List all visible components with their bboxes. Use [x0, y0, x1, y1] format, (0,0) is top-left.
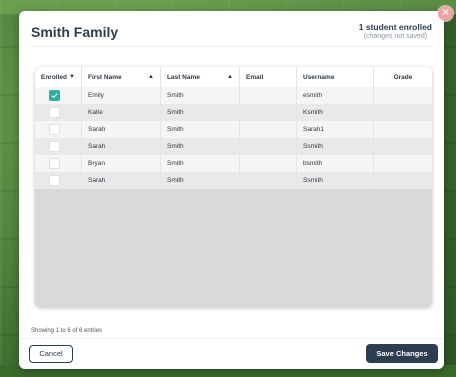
last-name-cell: Smith	[160, 172, 240, 189]
first-name-cell: Sarah	[81, 172, 161, 189]
last-name-cell: Smith	[160, 121, 240, 138]
enrolled-checkbox[interactable]	[49, 175, 60, 186]
entries-info: Showing 1 to 6 of 6 entries	[31, 328, 103, 334]
grade-cell	[374, 87, 433, 104]
footer-divider	[19, 338, 444, 339]
grade-cell	[374, 155, 433, 172]
username-cell: Ssmith	[296, 172, 374, 189]
column-label-grade: Grade	[393, 73, 413, 81]
first-name-cell: Sarah	[81, 138, 161, 155]
column-header-email[interactable]: Email	[239, 67, 297, 87]
grade-cell	[374, 121, 433, 138]
first-name-cell: Bryan	[81, 155, 161, 172]
email-cell	[239, 155, 297, 172]
enrolled-cell[interactable]	[35, 87, 82, 104]
header-divider	[31, 46, 432, 47]
email-cell	[239, 172, 297, 189]
column-header-enrolled[interactable]: Enrolled ▼	[35, 67, 82, 87]
email-cell	[239, 121, 297, 138]
enrolled-cell[interactable]	[35, 121, 82, 138]
table-row[interactable]: Bryan Smith bsmith	[35, 155, 432, 172]
grade-cell	[374, 172, 433, 189]
cancel-button[interactable]: Cancel	[29, 345, 73, 363]
last-name-cell: Smith	[160, 138, 240, 155]
enrollment-status: 1 student enrolled (changes not saved)	[359, 22, 432, 40]
first-name-cell: Katie	[81, 104, 161, 121]
enrolled-cell[interactable]	[35, 155, 82, 172]
sort-asc-icon[interactable]: ▲	[227, 74, 233, 80]
modal-title: Smith Family	[31, 24, 119, 40]
username-cell: bsmith	[296, 155, 374, 172]
enrolled-checkbox[interactable]	[49, 124, 60, 135]
last-name-cell: Smith	[160, 155, 240, 172]
sort-asc-icon[interactable]: ▲	[148, 74, 154, 80]
column-header-last-name[interactable]: Last Name ▲	[160, 67, 240, 87]
username-cell: esmith	[296, 87, 374, 104]
username-cell: Ksmith	[296, 104, 374, 121]
email-cell	[239, 138, 297, 155]
column-label-email: Email	[246, 73, 264, 81]
enrolled-checkbox[interactable]	[49, 107, 60, 118]
sort-desc-icon[interactable]: ▼	[69, 74, 75, 80]
column-label-first-name: First Name	[88, 73, 122, 81]
table-row[interactable]: Sarah Smith Sarah1	[35, 121, 432, 138]
enrolled-checkbox[interactable]	[49, 141, 60, 152]
first-name-cell: Sarah	[81, 121, 161, 138]
username-cell: Ssmith	[296, 138, 374, 155]
save-changes-button[interactable]: Save Changes	[366, 344, 438, 363]
column-label-username: Username	[303, 73, 335, 81]
column-label-enrolled: Enrolled	[41, 73, 68, 81]
grade-cell	[374, 138, 433, 155]
last-name-cell: Smith	[160, 87, 240, 104]
enrolled-cell[interactable]	[35, 138, 82, 155]
enrollment-modal: Smith Family 1 student enrolled (changes…	[19, 11, 444, 369]
table-row[interactable]: Emily Smith esmith	[35, 87, 432, 104]
enrolled-checkbox[interactable]	[49, 158, 60, 169]
column-label-last-name: Last Name	[167, 73, 200, 81]
column-header-username[interactable]: Username	[296, 67, 374, 87]
enrolled-cell[interactable]	[35, 104, 82, 121]
email-cell	[239, 87, 297, 104]
unsaved-changes-note: (changes not saved)	[363, 33, 428, 40]
table-header-row: Enrolled ▼ First Name ▲ Last Name ▲ Emai…	[35, 67, 432, 87]
close-icon[interactable]: ✕	[438, 6, 453, 21]
email-cell	[239, 104, 297, 121]
first-name-cell: Emily	[81, 87, 161, 104]
column-header-first-name[interactable]: First Name ▲	[81, 67, 161, 87]
table-row[interactable]: Sarah Smith Ssmith	[35, 138, 432, 155]
grade-cell	[374, 104, 433, 121]
last-name-cell: Smith	[160, 104, 240, 121]
table-row[interactable]: Sarah Smith Ssmith	[35, 172, 432, 189]
students-table: Enrolled ▼ First Name ▲ Last Name ▲ Emai…	[35, 67, 432, 307]
enrolled-checkbox-checked[interactable]	[49, 90, 60, 101]
username-cell: Sarah1	[296, 121, 374, 138]
enrolled-count: 1 student enrolled	[358, 22, 432, 32]
table-row[interactable]: Katie Smith Ksmith	[35, 104, 432, 121]
enrolled-cell[interactable]	[35, 172, 82, 189]
column-header-grade[interactable]: Grade	[374, 67, 433, 87]
